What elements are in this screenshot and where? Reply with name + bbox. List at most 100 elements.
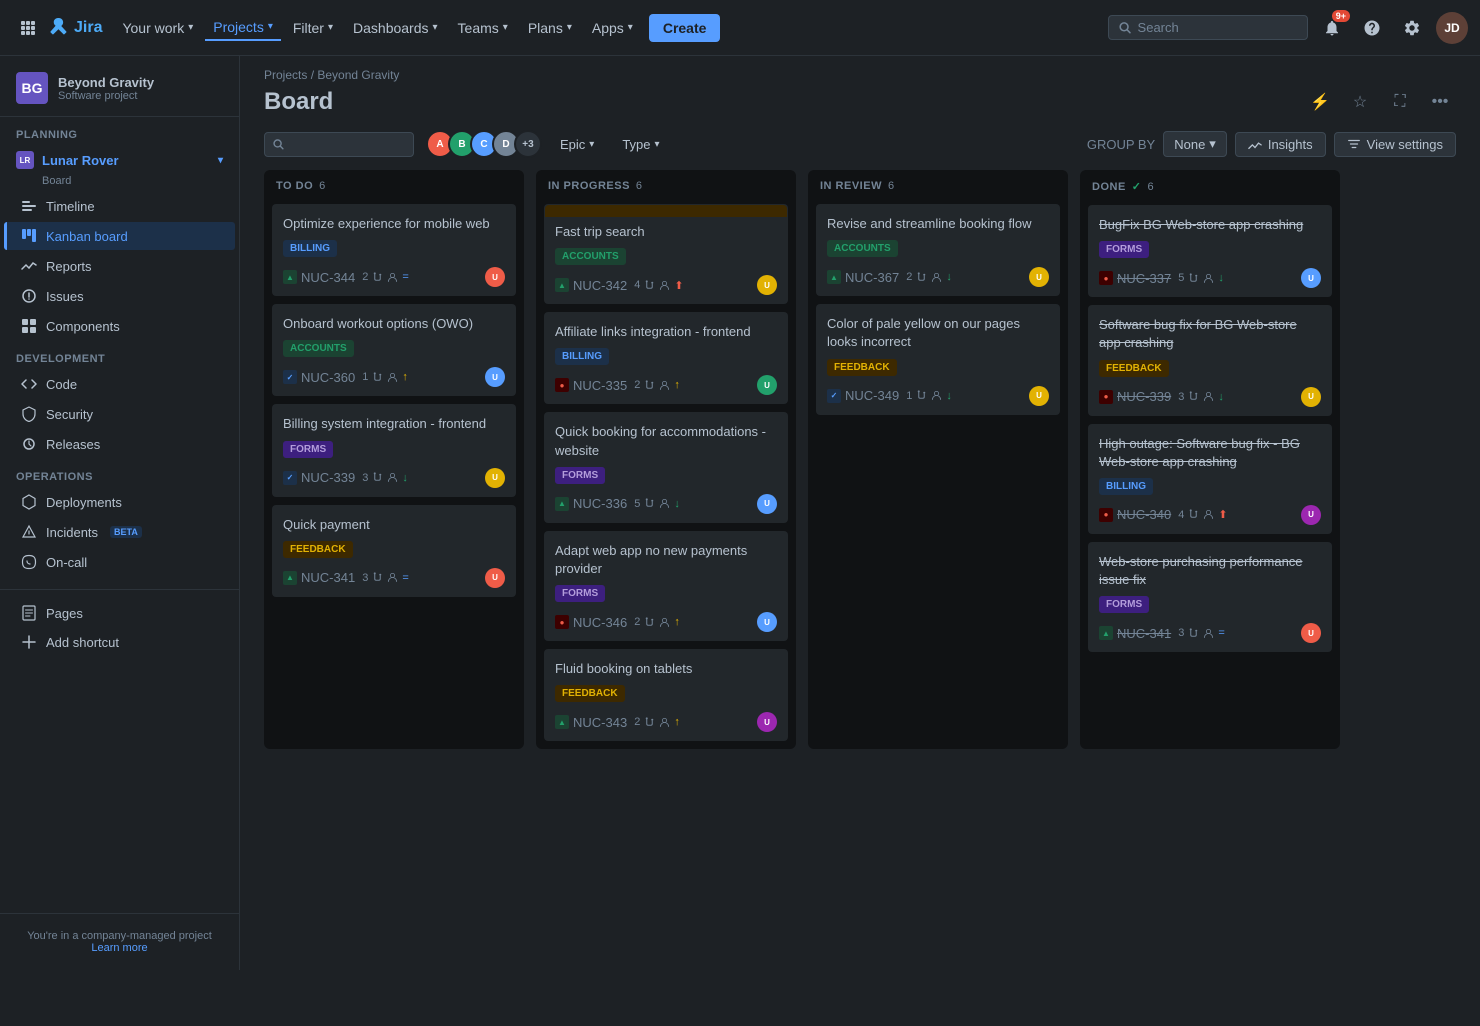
sidebar-item-releases[interactable]: Releases	[4, 430, 235, 458]
person-icon	[659, 498, 670, 509]
priority-icon: ↑	[674, 616, 680, 628]
sidebar-item-timeline[interactable]: Timeline	[4, 192, 235, 220]
type-filter-button[interactable]: Type ▾	[612, 133, 669, 156]
lightning-button[interactable]: ⚡	[1304, 86, 1336, 118]
sidebar-item-components[interactable]: Components	[4, 312, 235, 340]
sidebar-item-lunar-rover[interactable]: LR Lunar Rover ▾	[0, 145, 239, 175]
person-icon	[659, 717, 670, 728]
sidebar-item-code[interactable]: Code	[4, 370, 235, 398]
learn-more-link[interactable]: Learn more	[91, 942, 147, 954]
nav-your-work[interactable]: Your work ▾	[114, 16, 201, 40]
project-name: Beyond Gravity	[58, 75, 154, 90]
nav-teams[interactable]: Teams ▾	[450, 16, 516, 40]
add-shortcut-icon	[20, 634, 38, 650]
board-search[interactable]	[264, 132, 414, 157]
epic-filter-button[interactable]: Epic ▾	[550, 133, 604, 156]
sidebar-item-pages[interactable]: Pages	[4, 599, 235, 627]
table-row[interactable]: Fluid booking on tablets FEEDBACK ▲ NUC-…	[544, 649, 788, 741]
nav-plans[interactable]: Plans ▾	[520, 16, 580, 40]
person-icon	[1203, 628, 1214, 639]
create-button[interactable]: Create	[649, 14, 721, 42]
card-avatar: U	[485, 568, 505, 588]
sidebar-item-incidents[interactable]: Incidents BETA	[4, 518, 235, 546]
table-row[interactable]: Adapt web app no new payments provider F…	[544, 531, 788, 641]
nav-apps[interactable]: Apps ▾	[584, 16, 641, 40]
expand-button[interactable]: ⛶	[1384, 86, 1416, 118]
card-tag[interactable]: BILLING	[1099, 478, 1153, 495]
card-tag[interactable]: FORMS	[555, 467, 605, 484]
card-tag[interactable]: FORMS	[1099, 596, 1149, 613]
insights-button[interactable]: Insights	[1235, 132, 1326, 157]
card-tag[interactable]: FORMS	[1099, 241, 1149, 258]
more-options-button[interactable]: •••	[1424, 86, 1456, 118]
table-row[interactable]: Color of pale yellow on our pages looks …	[816, 304, 1060, 414]
table-row[interactable]: Revise and streamline booking flow ACCOU…	[816, 204, 1060, 296]
card-tag[interactable]: BILLING	[283, 240, 337, 257]
card-meta: ● NUC-346 2 ↑ U	[555, 612, 777, 632]
avatar-filter-more[interactable]: +3	[514, 130, 542, 158]
app-logo[interactable]: Jira	[48, 18, 102, 38]
board-search-icon	[273, 138, 284, 151]
card-tag[interactable]: ACCOUNTS	[555, 248, 626, 265]
branch-icon	[644, 280, 655, 291]
branch-icon	[644, 717, 655, 728]
oncall-icon	[20, 554, 38, 570]
card-title: Adapt web app no new payments provider	[555, 542, 777, 578]
nav-dashboards[interactable]: Dashboards ▾	[345, 16, 446, 40]
table-row[interactable]: High outage: Software bug fix - BG Web-s…	[1088, 424, 1332, 534]
sidebar-item-issues[interactable]: Issues	[4, 282, 235, 310]
search-box[interactable]	[1108, 15, 1308, 40]
settings-button[interactable]	[1396, 12, 1428, 44]
table-row[interactable]: Optimize experience for mobile web BILLI…	[272, 204, 516, 296]
card-tag[interactable]: ACCOUNTS	[827, 240, 898, 257]
card-tag[interactable]: FEEDBACK	[1099, 360, 1169, 377]
breadcrumb-project-name[interactable]: Beyond Gravity	[317, 68, 399, 82]
card-tag[interactable]: ACCOUNTS	[283, 340, 354, 357]
card-tag[interactable]: BILLING	[555, 348, 609, 365]
grid-icon[interactable]	[12, 12, 44, 44]
table-row[interactable]: Quick booking for accommodations - websi…	[544, 412, 788, 522]
table-row[interactable]: BugFix BG Web-store app crashing FORMS ●…	[1088, 205, 1332, 297]
card-meta: ▲ NUC-341 3 = U	[283, 568, 505, 588]
table-row[interactable]: Onboard workout options (OWO) ACCOUNTS ✓…	[272, 304, 516, 396]
table-row[interactable]: Web-store purchasing performance issue f…	[1088, 542, 1332, 652]
sidebar-item-add-shortcut[interactable]: Add shortcut	[4, 628, 235, 656]
table-row[interactable]: Billing system integration - frontend FO…	[272, 404, 516, 496]
development-label: DEVELOPMENT	[0, 341, 239, 369]
nav-filter[interactable]: Filter ▾	[285, 16, 341, 40]
card-avatar: U	[485, 468, 505, 488]
card-tag[interactable]: FORMS	[555, 585, 605, 602]
card-id: NUC-346	[573, 615, 627, 630]
user-avatar[interactable]: JD	[1436, 12, 1468, 44]
card-tag[interactable]: FEEDBACK	[555, 685, 625, 702]
sidebar-item-security[interactable]: Security	[4, 400, 235, 428]
card-tag[interactable]: FEEDBACK	[283, 541, 353, 558]
card-meta: ✓ NUC-349 1 ↓ U	[827, 386, 1049, 406]
view-settings-button[interactable]: View settings	[1334, 132, 1456, 157]
topnav-right: 9+ JD	[1108, 12, 1468, 44]
group-select-dropdown[interactable]: None ▾	[1163, 131, 1227, 157]
board-toolbar: A B C D +3 Epic ▾ Type ▾ GROUP BY None ▾…	[240, 130, 1480, 170]
notifications-button[interactable]: 9+	[1316, 12, 1348, 44]
sidebar-item-kanban-board[interactable]: Kanban board	[4, 222, 235, 250]
card-tag[interactable]: FEEDBACK	[827, 359, 897, 376]
project-info: Beyond Gravity Software project	[58, 75, 154, 102]
table-row[interactable]: Software bug fix for BG Web-store app cr…	[1088, 305, 1332, 415]
table-row[interactable]: Fast trip search ACCOUNTS ▲ NUC-342 4 ⬆ …	[544, 204, 788, 304]
nav-projects[interactable]: Projects ▾	[205, 15, 281, 41]
sidebar-item-oncall[interactable]: On-call	[4, 548, 235, 576]
card-tag[interactable]: FORMS	[283, 441, 333, 458]
card-title: Web-store purchasing performance issue f…	[1099, 553, 1321, 589]
sidebar-item-deployments[interactable]: Deployments	[4, 488, 235, 516]
breadcrumb-projects[interactable]: Projects	[264, 68, 307, 82]
star-button[interactable]: ☆	[1344, 86, 1376, 118]
card-avatar: U	[757, 375, 777, 395]
search-input[interactable]	[1138, 20, 1297, 35]
col-count: 6	[319, 180, 326, 192]
table-row[interactable]: Quick payment FEEDBACK ▲ NUC-341 3 = U	[272, 505, 516, 597]
help-button[interactable]	[1356, 12, 1388, 44]
sidebar-item-reports[interactable]: Reports	[4, 252, 235, 280]
board-search-input[interactable]	[290, 137, 405, 152]
table-row[interactable]: Affiliate links integration - frontend B…	[544, 312, 788, 404]
issues-icon	[20, 288, 38, 304]
